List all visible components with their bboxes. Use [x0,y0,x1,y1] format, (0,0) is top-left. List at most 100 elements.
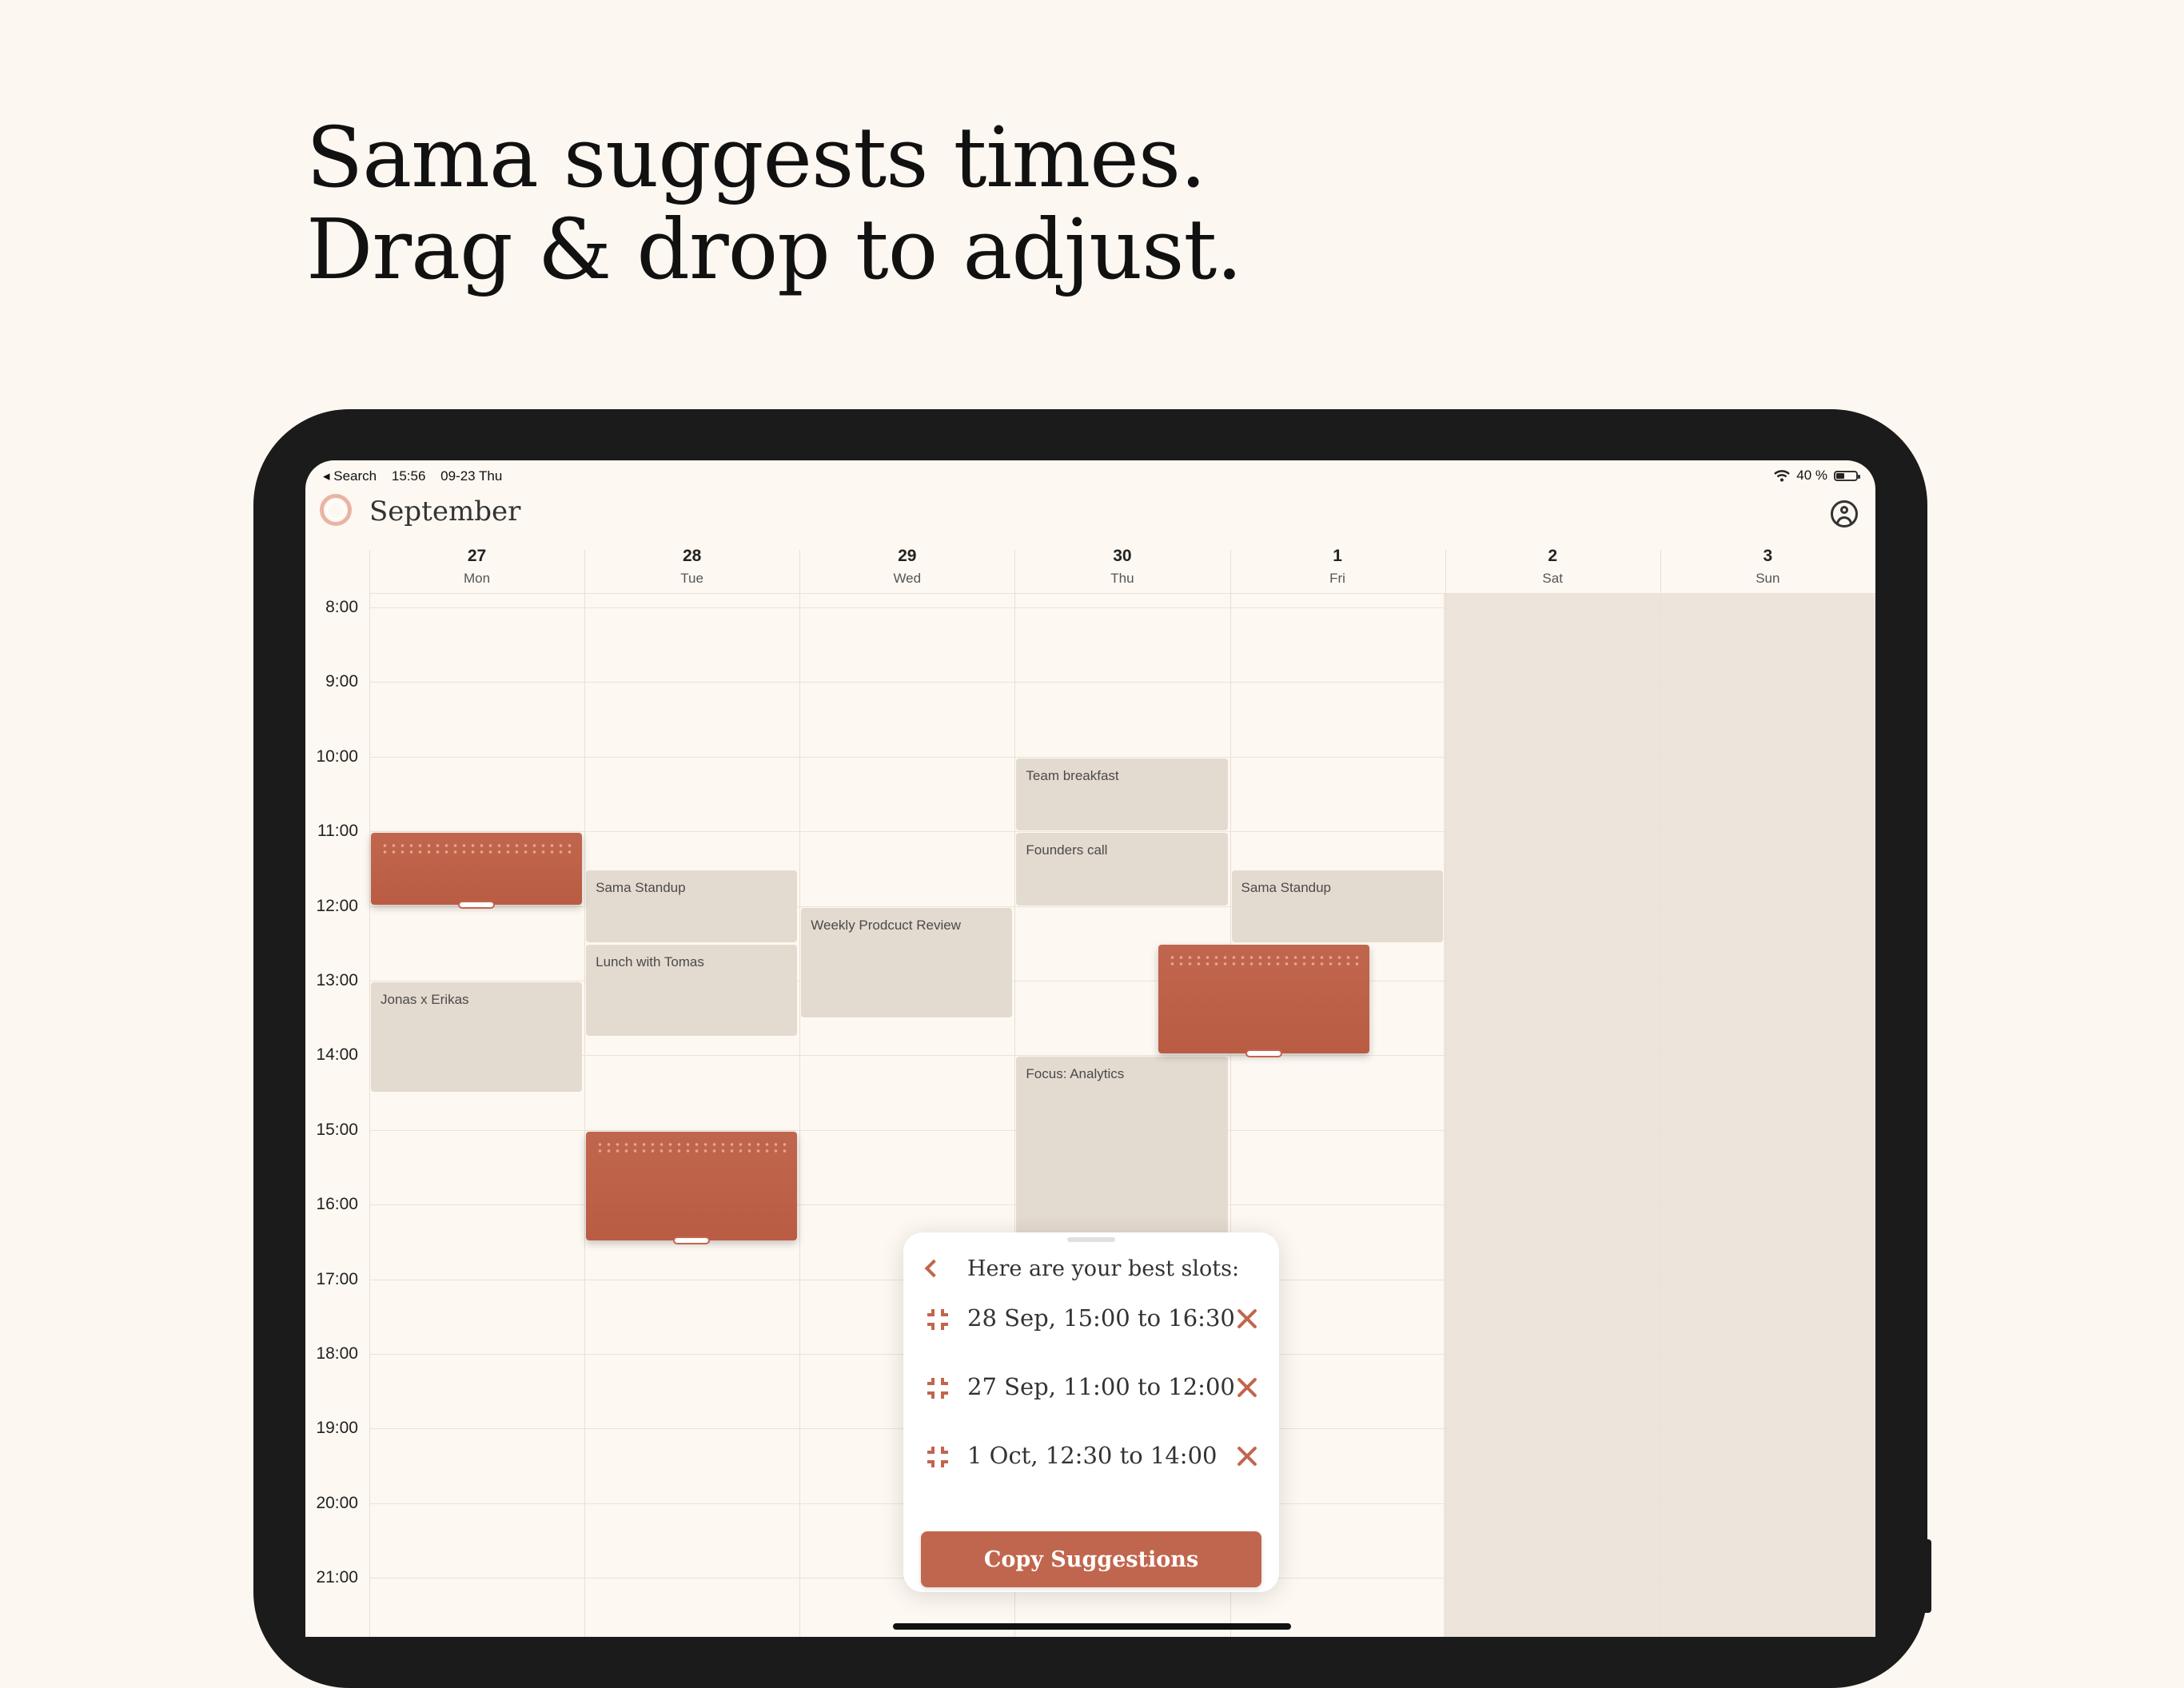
day-header[interactable]: 3 Sun [1660,547,1875,587]
profile-icon[interactable] [1831,500,1858,528]
battery-icon [1834,470,1860,481]
drag-handle-icon[interactable] [927,1447,948,1467]
hour-gridline [369,756,1875,758]
calendar-event[interactable]: Sama Standup [586,870,798,943]
hour-label: 8:00 [325,598,358,616]
hour-label: 18:00 [316,1344,358,1363]
event-title: Sama Standup [1241,879,1332,895]
day-number: 28 [682,547,702,565]
weekday-label: Sun [1756,571,1780,586]
day-divider [1445,550,1446,1637]
day-divider [1660,550,1661,1637]
event-title: Team breakfast [1026,767,1119,783]
app-screen: ◂ Search 15:56 09-23 Thu 40 % September … [305,460,1875,1637]
suggested-slot[interactable] [1158,945,1369,1058]
back-chevron-icon[interactable] [924,1259,943,1278]
hour-label: 17:00 [316,1269,358,1288]
drag-dots-icon[interactable] [596,1141,788,1154]
calendar-event[interactable]: Founders call [1016,833,1228,906]
weekday-label: Tue [680,571,703,586]
suggestion-row[interactable]: 1 Oct, 12:30 to 14:00 [903,1435,1279,1475]
status-bar: ◂ Search 15:56 09-23 Thu 40 % [305,460,1875,488]
day-number: 30 [1113,547,1132,565]
drag-dots-icon[interactable] [1167,954,1360,968]
calendar-event[interactable]: Lunch with Tomas [586,945,798,1037]
day-number: 3 [1763,547,1773,565]
hour-label: 16:00 [316,1195,358,1214]
home-indicator [893,1623,1291,1630]
side-button [1920,1539,1931,1613]
calendar-event[interactable]: Weekly Prodcuct Review [801,907,1013,1017]
weekday-label: Wed [893,571,922,586]
headline-line-1: Sama suggests times. [306,109,1206,206]
hour-label: 19:00 [316,1419,358,1438]
resize-handle[interactable] [1245,1049,1282,1058]
day-divider [799,550,801,1637]
remove-icon[interactable] [1236,1445,1258,1467]
status-time: 15:56 [391,468,426,484]
calendar-event[interactable]: Team breakfast [1016,758,1228,831]
day-divider [369,550,370,1637]
hour-gridline [369,682,1875,683]
day-header[interactable]: 2 Sat [1445,547,1660,587]
hour-label: 21:00 [316,1568,358,1587]
month-title[interactable]: September [369,496,520,528]
sama-logo-icon[interactable] [320,494,352,526]
weekday-label: Thu [1110,571,1134,586]
hour-label: 14:00 [316,1045,358,1065]
calendar-event[interactable]: Jonas x Erikas [371,982,583,1093]
drag-handle-icon[interactable] [927,1378,948,1399]
event-title: Focus: Analytics [1026,1066,1125,1082]
day-number: 2 [1548,547,1558,565]
hour-label: 20:00 [316,1493,358,1512]
resize-handle[interactable] [673,1236,711,1244]
suggested-slot[interactable] [371,833,583,909]
drag-handle-icon[interactable] [927,1309,948,1330]
calendar-event[interactable]: Focus: Analytics [1016,1057,1228,1241]
day-number: 27 [467,547,487,565]
suggested-slot[interactable] [586,1131,798,1244]
day-header[interactable]: 27 Mon [369,547,584,587]
drag-dots-icon[interactable] [381,842,573,856]
hour-gridline [369,607,1875,608]
suggestion-row[interactable]: 28 Sep, 15:00 to 16:30 [903,1298,1279,1338]
resize-handle[interactable] [458,900,496,909]
event-title: Weekly Prodcuct Review [811,917,961,933]
status-back-link[interactable]: ◂ Search [323,468,377,484]
wifi-icon [1774,469,1791,481]
weekday-label: Mon [463,571,491,586]
suggestion-text: 28 Sep, 15:00 to 16:30 [967,1304,1235,1332]
event-title: Lunch with Tomas [596,954,704,970]
day-header[interactable]: 1 Fri [1230,547,1445,587]
day-number: 29 [898,547,917,565]
remove-icon[interactable] [1236,1376,1258,1399]
day-number: 1 [1333,547,1342,565]
hour-label: 15:00 [316,1120,358,1139]
panel-grabber[interactable] [1067,1237,1115,1242]
day-header[interactable]: 28 Tue [584,547,799,587]
day-header[interactable]: 30 Thu [1014,547,1229,587]
day-header[interactable]: 29 Wed [799,547,1014,587]
hour-label: 13:00 [316,971,358,989]
hour-label: 11:00 [317,822,358,841]
event-title: Jonas x Erikas [381,992,469,1007]
suggestion-text: 27 Sep, 11:00 to 12:00 [967,1373,1235,1400]
suggestion-row[interactable]: 27 Sep, 11:00 to 12:00 [903,1367,1279,1407]
hour-label: 10:00 [316,746,358,766]
calendar-event[interactable]: Sama Standup [1231,870,1443,943]
suggestion-text: 1 Oct, 12:30 to 14:00 [967,1442,1218,1469]
hour-label: 12:00 [316,896,358,915]
status-date: 09-23 Thu [440,468,503,484]
weekday-label: Fri [1329,571,1345,586]
suggestions-panel: Here are your best slots: 28 Sep, 15:00 … [903,1232,1279,1592]
event-title: Founders call [1026,842,1108,858]
hour-gridline [369,1055,1875,1057]
hour-gridline [369,831,1875,833]
weekday-label: Sat [1542,571,1563,586]
remove-icon[interactable] [1236,1308,1258,1330]
battery-percent: 40 % [1796,468,1827,483]
headline: Sama suggests times. Drag & drop to adju… [306,109,1242,298]
headline-line-2: Drag & drop to adjust. [306,201,1242,298]
copy-suggestions-button[interactable]: Copy Suggestions [921,1531,1261,1587]
day-divider [584,550,586,1637]
